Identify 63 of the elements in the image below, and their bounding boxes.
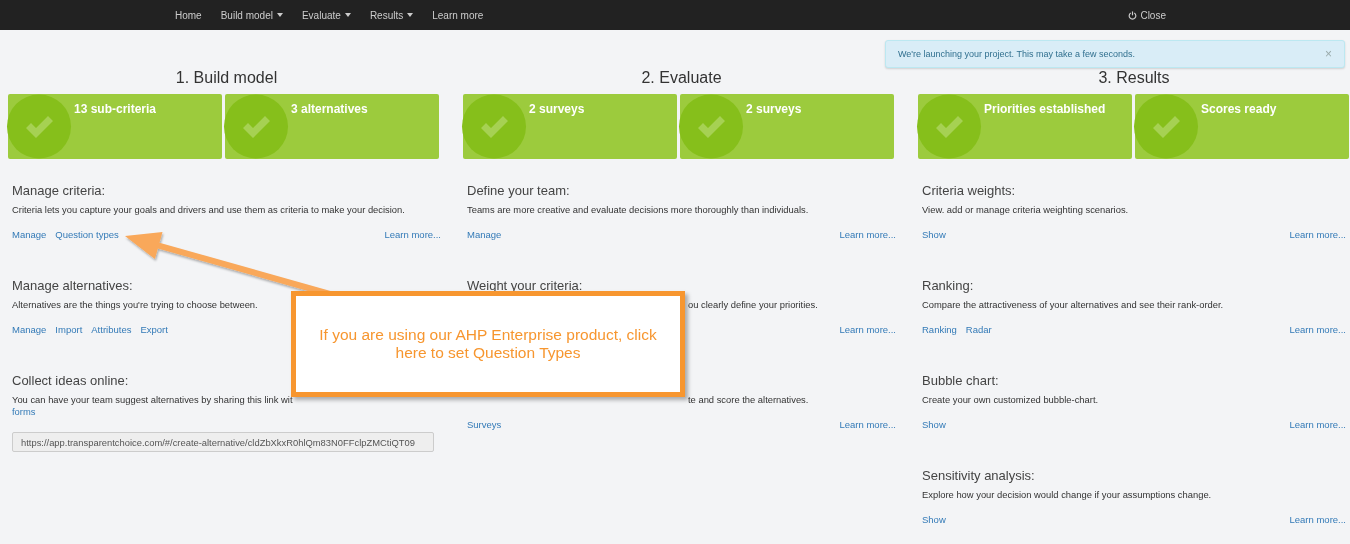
- section-description: te and score the alternatives.: [688, 394, 809, 405]
- toast-message: We're launching your project. This may take a few seconds.: [898, 49, 1136, 59]
- section-description: Explore how your decision would change if your assumptions change.: [922, 489, 1212, 500]
- section-heading: Collect ideas online:: [12, 373, 129, 388]
- caret-icon: [276, 13, 283, 17]
- close-link[interactable]: Close: [1128, 0, 1166, 30]
- action-link[interactable]: Show: [922, 513, 946, 526]
- tile-label: Scores ready: [1201, 102, 1277, 116]
- callout-text: If you are using our AHP Enterprise product, click here to set Question Types: [318, 326, 658, 362]
- section-description: Compare the attractiveness of your alternatives and see their rank-order.: [922, 299, 1224, 310]
- step-title: 2. Evaluate: [641, 69, 722, 86]
- section-description: Criteria lets you capture your goals and drivers and use them as criteria to make your decision.: [12, 204, 405, 215]
- section-heading: Bubble chart:: [922, 373, 999, 388]
- step-title: 3. Results: [1098, 69, 1170, 86]
- section-description: View. add or manage criteria weighting scenarios.: [922, 204, 1129, 215]
- tile-label: 2 surveys: [529, 102, 585, 116]
- nav-item[interactable]: Build model: [220, 0, 283, 30]
- learn-more-link[interactable]: Learn more...: [1289, 513, 1346, 526]
- action-link[interactable]: Import: [55, 323, 83, 336]
- action-link[interactable]: Attributes: [91, 323, 132, 336]
- tile-label: Priorities established: [984, 102, 1106, 116]
- nav-item[interactable]: Evaluate: [301, 0, 351, 30]
- section-heading: Sensitivity analysis:: [922, 468, 1035, 483]
- section-description: ou clearly define your priorities.: [688, 299, 818, 310]
- share-link-field[interactable]: https://app.transparentchoice.com/#/create-alternative/cldZbXkxR0hlQm83N0FFclpZMCtiQT09: [12, 432, 434, 452]
- learn-more-link[interactable]: Learn more...: [1289, 323, 1346, 336]
- tile-label: 2 surveys: [746, 102, 802, 116]
- power-icon: [1128, 10, 1138, 20]
- action-link[interactable]: Show: [922, 418, 946, 431]
- action-link[interactable]: Manage: [12, 228, 47, 241]
- tile-label: 13 sub-criteria: [74, 102, 157, 116]
- section-description: Teams are more creative and evaluate decisions more thoroughly than individuals.: [467, 204, 809, 215]
- action-link[interactable]: Question types: [55, 228, 119, 241]
- tile-label: 3 alternatives: [291, 102, 368, 116]
- section-heading: Criteria weights:: [922, 183, 1016, 198]
- section-heading: Ranking:: [922, 278, 974, 293]
- section-description: Create your own customized bubble-chart.: [922, 394, 1099, 405]
- nav-item[interactable]: Home: [175, 0, 202, 30]
- nav-item[interactable]: Results: [369, 0, 414, 30]
- caret-icon: [344, 13, 351, 17]
- section-description: Alternatives are the things you're trying to choose between.: [12, 299, 258, 310]
- action-link[interactable]: Radar: [965, 323, 992, 336]
- learn-more-link[interactable]: Learn more...: [1289, 418, 1346, 431]
- section-heading: Weight your criteria:: [467, 278, 583, 293]
- action-link[interactable]: Manage: [12, 323, 47, 336]
- learn-more-link[interactable]: Learn more...: [839, 418, 896, 431]
- section-heading: Define your team:: [467, 183, 570, 198]
- learn-more-link[interactable]: Learn more...: [384, 228, 441, 241]
- section-description: You can have your team suggest alternatives by sharing this link wit: [12, 394, 293, 405]
- action-link[interactable]: Surveys: [467, 418, 502, 431]
- action-link[interactable]: Export: [140, 323, 168, 336]
- step-title: 1. Build model: [175, 69, 278, 86]
- forms-link[interactable]: forms: [12, 406, 36, 418]
- action-link[interactable]: Manage: [467, 228, 502, 241]
- nav-item[interactable]: Learn more: [432, 0, 484, 30]
- action-link[interactable]: Ranking: [922, 323, 957, 336]
- action-link[interactable]: Show: [922, 228, 946, 241]
- learn-more-link[interactable]: Learn more...: [839, 228, 896, 241]
- learn-more-link[interactable]: Learn more...: [1289, 228, 1346, 241]
- learn-more-link[interactable]: Learn more...: [839, 323, 896, 336]
- section-heading: Manage criteria:: [12, 183, 106, 198]
- caret-icon: [407, 13, 414, 17]
- section-heading: Manage alternatives:: [12, 278, 133, 293]
